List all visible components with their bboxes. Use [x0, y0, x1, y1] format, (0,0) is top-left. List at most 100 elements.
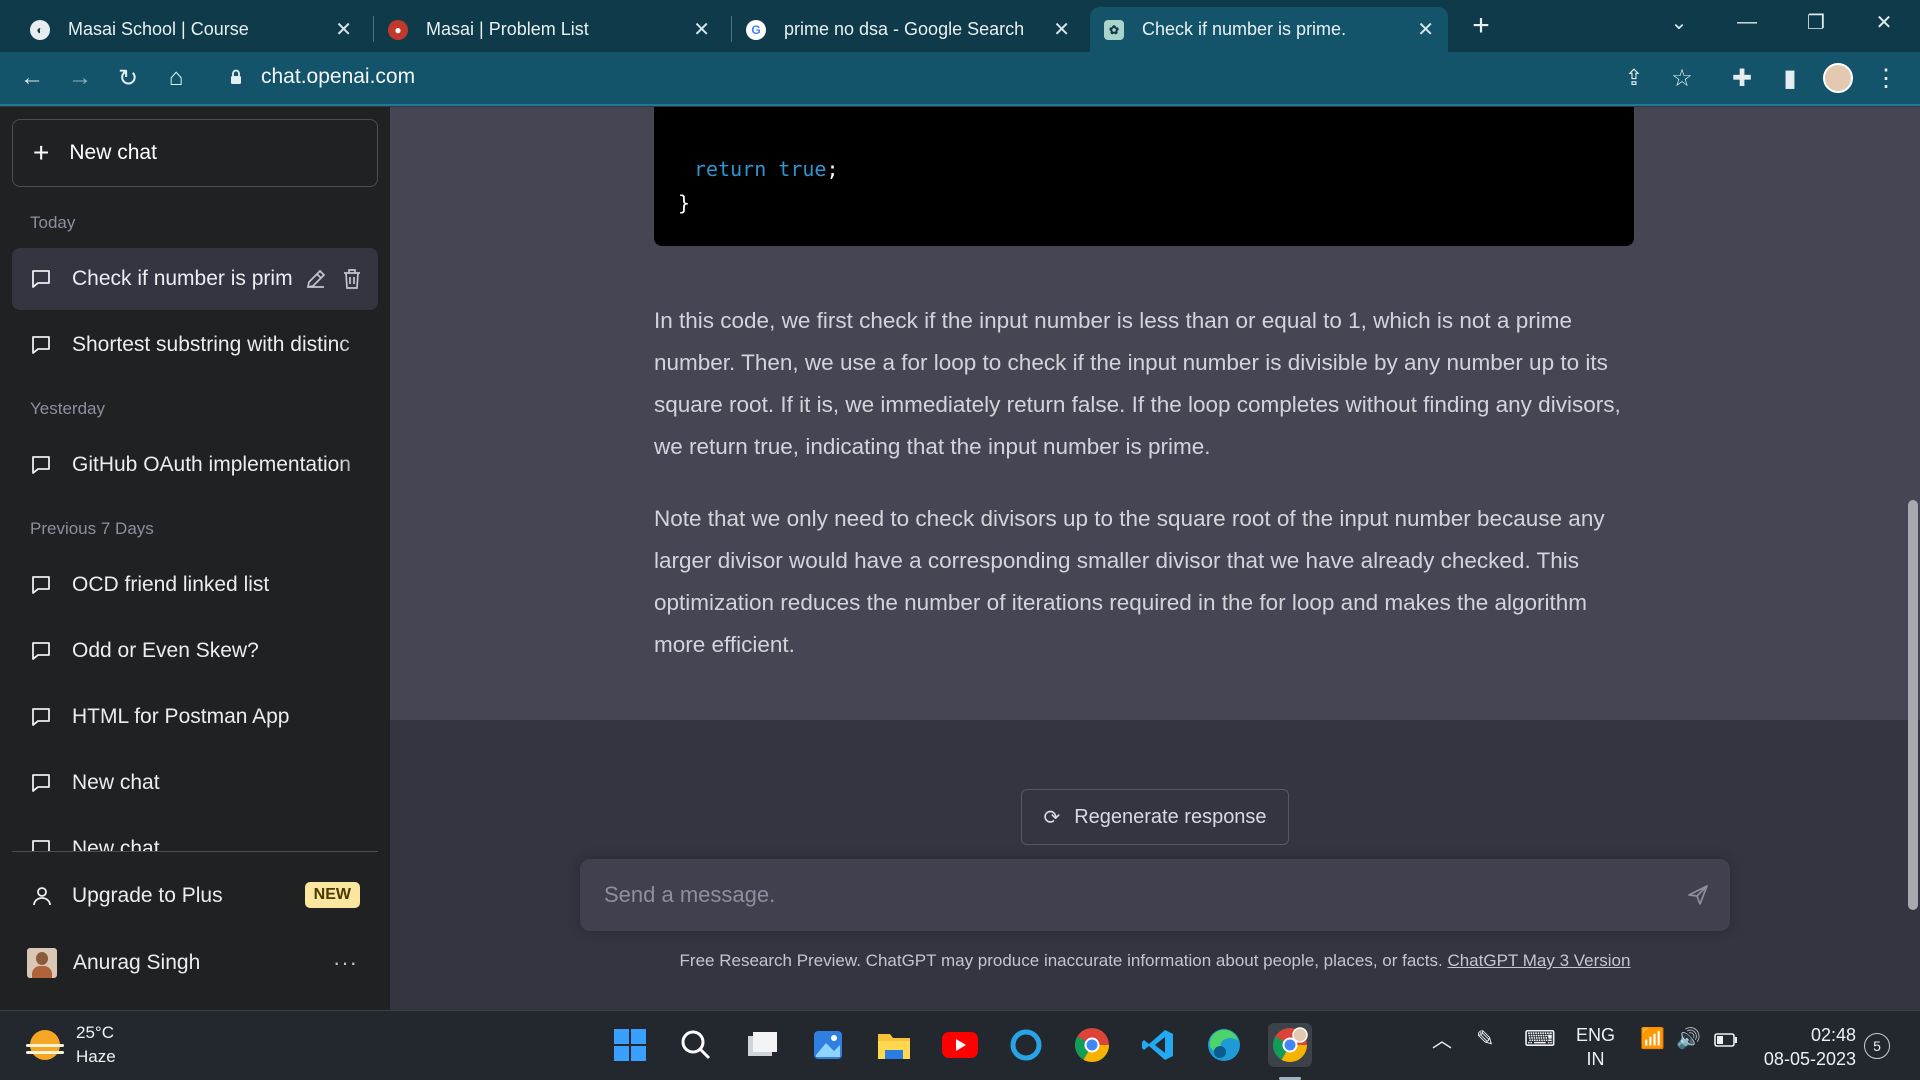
forward-arrow-icon[interactable]: →	[62, 60, 98, 96]
sidebar-item-shortest-substring[interactable]: Shortest substring with distinc	[12, 314, 378, 376]
cortana-icon[interactable]	[1004, 1023, 1048, 1067]
chevron-up-icon[interactable]: ︿	[1432, 1029, 1452, 1053]
code-block: return true; }	[654, 107, 1634, 246]
regenerate-label: Regenerate response	[1074, 805, 1267, 828]
masai-icon: ◐	[30, 19, 50, 40]
refresh-icon: ⟳	[1043, 806, 1061, 829]
chat-bubble-icon	[32, 642, 50, 660]
vscode-icon[interactable]	[1136, 1023, 1180, 1067]
avatar	[27, 948, 57, 978]
upgrade-to-plus-button[interactable]: Upgrade to Plus NEW	[12, 866, 378, 926]
sidebar-item-github-oauth[interactable]: GitHub OAuth implementation	[12, 434, 378, 496]
close-icon[interactable]: ✕	[1417, 17, 1434, 42]
new-badge: NEW	[304, 882, 360, 908]
tab-masai-problems[interactable]: ● Masai | Problem List ✕	[374, 7, 724, 52]
photos-icon[interactable]	[806, 1023, 850, 1067]
composer-area: ⟳ Regenerate response Free Research Prev…	[390, 720, 1920, 1010]
sidebar-item-html-postman[interactable]: HTML for Postman App	[12, 686, 378, 748]
minimize-button[interactable]: —	[1716, 0, 1778, 44]
chrome-profile-icon[interactable]	[1268, 1023, 1312, 1067]
close-icon[interactable]: ✕	[335, 17, 352, 42]
more-options-icon[interactable]: ···	[333, 950, 358, 976]
trash-icon[interactable]	[340, 267, 364, 291]
sidebar-item-check-prime[interactable]: Check if number is prim	[12, 248, 378, 310]
new-chat-button[interactable]: + New chat	[12, 119, 378, 187]
notification-badge[interactable]: 5	[1864, 1033, 1890, 1059]
version-link[interactable]: ChatGPT May 3 Version	[1447, 951, 1630, 970]
chrome-icon[interactable]	[1070, 1023, 1114, 1067]
address-bar[interactable]: chat.openai.com	[261, 65, 415, 89]
chat-bubble-icon	[32, 708, 50, 726]
sidebar-item-new-chat-2[interactable]: New chat	[12, 818, 378, 851]
sidebar-clip: New chat	[0, 818, 390, 851]
chat-bubble-icon	[32, 576, 50, 594]
assistant-paragraph: In this code, we first check if the inpu…	[654, 308, 1621, 459]
edit-pencil-icon[interactable]	[304, 267, 328, 291]
message-input[interactable]	[580, 859, 1660, 931]
code-line: return true;	[694, 157, 839, 181]
tab-google-search[interactable]: G prime no dsa - Google Search ✕	[732, 7, 1084, 52]
browser-tab-strip: ◐ Masai School | Course ✕ ● Masai | Prob…	[0, 0, 1920, 52]
sidebar-item-odd-even-skew[interactable]: Odd or Even Skew?	[12, 620, 378, 682]
sidebar-item-label: New chat	[72, 771, 160, 794]
lang-top: ENG	[1576, 1025, 1616, 1045]
send-icon[interactable]	[1686, 883, 1710, 907]
extensions-puzzle-icon[interactable]: ✚	[1724, 60, 1760, 96]
close-window-button[interactable]: ✕	[1853, 0, 1915, 44]
home-icon[interactable]: ⌂	[158, 60, 194, 96]
google-icon: G	[746, 19, 766, 40]
scrollbar[interactable]	[1908, 500, 1918, 910]
sidebar-item-label: GitHub OAuth implementation	[72, 453, 351, 476]
pen-input-icon[interactable]: ✎	[1476, 1027, 1494, 1051]
new-chat-label: New chat	[69, 141, 157, 164]
user-icon	[33, 887, 51, 906]
profile-avatar[interactable]	[1820, 60, 1856, 96]
volume-icon[interactable]: 🔊	[1676, 1027, 1701, 1051]
weather-desc: Haze	[76, 1047, 116, 1066]
windows-start-icon[interactable]	[608, 1023, 652, 1067]
file-explorer-icon[interactable]	[872, 1023, 916, 1067]
task-view-icon[interactable]	[740, 1023, 784, 1067]
code-line: }	[678, 191, 691, 215]
section-today: Today	[30, 213, 76, 232]
close-icon[interactable]: ✕	[1053, 17, 1070, 42]
plus-icon: +	[33, 137, 50, 168]
windows-taskbar: 25°C Haze ︿ ✎ ⌨ ENG IN 📶 🔊 02:48 08-05-2…	[0, 1010, 1920, 1080]
upgrade-label: Upgrade to Plus	[72, 884, 223, 907]
tab-chatgpt[interactable]: ✿ Check if number is prime. ✕	[1090, 7, 1448, 52]
lock-icon[interactable]	[230, 69, 242, 85]
reload-icon[interactable]: ↻	[110, 60, 146, 96]
sidebar-item-ocd-linked-list[interactable]: OCD friend linked list	[12, 554, 378, 616]
side-panel-icon[interactable]: ▮	[1772, 60, 1808, 96]
edge-icon[interactable]	[1202, 1023, 1246, 1067]
battery-icon[interactable]	[1714, 1029, 1738, 1053]
youtube-icon[interactable]	[938, 1023, 982, 1067]
browser-toolbar: ← → ↻ ⌂ chat.openai.com ⇪ ☆ ✚ ▮ ⋮	[0, 52, 1920, 106]
new-tab-button[interactable]: +	[1464, 10, 1498, 44]
clock[interactable]: 02:48 08-05-2023	[1760, 1023, 1856, 1071]
wifi-icon[interactable]: 📶	[1640, 1027, 1665, 1051]
weather-widget[interactable]: 25°C Haze	[26, 1021, 116, 1069]
browser-menu-icon[interactable]: ⋮	[1868, 60, 1904, 96]
regenerate-response-button[interactable]: ⟳ Regenerate response	[1021, 789, 1289, 845]
user-menu[interactable]: Anurag Singh ···	[12, 932, 378, 994]
sidebar: + New chat Today Check if number is prim…	[0, 107, 390, 1010]
bookmark-star-icon[interactable]: ☆	[1664, 60, 1700, 96]
sidebar-item-new-chat[interactable]: New chat	[12, 752, 378, 814]
close-icon[interactable]: ✕	[693, 17, 710, 42]
language-indicator[interactable]: ENG IN	[1576, 1023, 1615, 1071]
back-arrow-icon[interactable]: ←	[14, 60, 50, 96]
tab-title: Masai School | Course	[68, 19, 249, 39]
tab-search-chevron-icon[interactable]: ⌄	[1648, 0, 1710, 44]
tab-title: Masai | Problem List	[426, 19, 589, 39]
keyboard-icon[interactable]: ⌨	[1524, 1027, 1556, 1051]
restore-button[interactable]: ❐	[1785, 0, 1847, 44]
search-icon[interactable]	[674, 1023, 718, 1067]
chatgpt-icon: ✿	[1104, 19, 1124, 40]
tab-masai-course[interactable]: ◐ Masai School | Course ✕	[16, 7, 366, 52]
share-icon[interactable]: ⇪	[1616, 60, 1652, 96]
sidebar-item-label: Check if number is prim	[72, 267, 293, 290]
masai-problem-icon: ●	[388, 19, 408, 40]
lang-bottom: IN	[1586, 1049, 1605, 1069]
chat-bubble-icon	[32, 336, 50, 354]
